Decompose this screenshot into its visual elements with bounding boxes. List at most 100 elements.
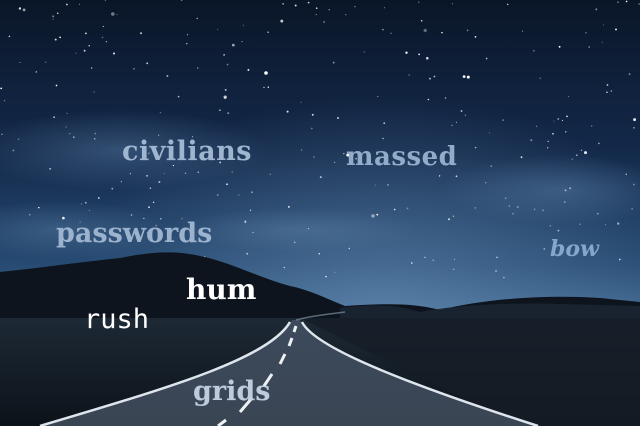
star bbox=[163, 172, 165, 175]
star bbox=[506, 3, 509, 6]
star bbox=[301, 149, 303, 151]
star bbox=[186, 34, 189, 36]
star bbox=[111, 187, 114, 190]
star bbox=[216, 194, 219, 196]
star bbox=[617, 1, 619, 3]
star bbox=[217, 28, 219, 30]
star bbox=[35, 71, 38, 73]
star bbox=[453, 268, 455, 270]
star bbox=[84, 201, 87, 204]
star bbox=[557, 229, 560, 232]
star bbox=[615, 28, 617, 31]
star bbox=[618, 258, 621, 261]
star bbox=[565, 131, 567, 133]
bright-star bbox=[264, 71, 268, 75]
star bbox=[152, 201, 155, 203]
star bbox=[91, 67, 93, 69]
star bbox=[252, 231, 254, 234]
star bbox=[18, 7, 22, 10]
star bbox=[504, 197, 507, 199]
star bbox=[633, 183, 635, 186]
star bbox=[448, 218, 450, 221]
star bbox=[328, 9, 330, 11]
star bbox=[474, 207, 476, 209]
photo-background bbox=[0, 0, 640, 426]
star bbox=[343, 152, 345, 155]
star bbox=[333, 161, 336, 164]
star bbox=[116, 14, 118, 16]
star bbox=[133, 68, 135, 70]
star bbox=[79, 3, 81, 5]
star bbox=[294, 4, 297, 7]
star bbox=[66, 3, 68, 6]
star bbox=[345, 14, 347, 16]
star bbox=[315, 7, 318, 10]
star bbox=[606, 91, 608, 94]
star bbox=[503, 276, 505, 279]
overlay-word-rush: rush bbox=[84, 304, 150, 335]
star bbox=[474, 36, 477, 38]
star bbox=[583, 151, 588, 155]
star bbox=[633, 127, 635, 129]
star bbox=[423, 28, 427, 33]
star bbox=[325, 275, 327, 278]
star bbox=[102, 25, 104, 28]
star bbox=[474, 146, 477, 149]
star bbox=[186, 43, 188, 45]
star bbox=[490, 165, 492, 167]
star bbox=[387, 184, 389, 186]
star bbox=[0, 87, 3, 90]
star bbox=[223, 95, 227, 99]
star bbox=[197, 171, 200, 174]
star bbox=[130, 214, 133, 216]
star bbox=[94, 138, 96, 140]
star bbox=[280, 19, 284, 23]
overlay-word-passwords: passwords bbox=[56, 218, 213, 249]
star bbox=[310, 127, 313, 130]
star bbox=[184, 172, 187, 175]
star bbox=[625, 173, 627, 175]
star bbox=[269, 173, 271, 176]
star bbox=[377, 96, 379, 98]
star bbox=[588, 46, 590, 48]
star bbox=[283, 266, 286, 269]
star bbox=[571, 158, 573, 160]
star bbox=[547, 147, 549, 149]
star bbox=[441, 31, 443, 34]
star bbox=[452, 3, 454, 5]
star bbox=[49, 167, 52, 170]
star bbox=[12, 149, 15, 152]
star bbox=[405, 51, 408, 54]
star bbox=[598, 142, 600, 145]
star bbox=[22, 8, 26, 12]
overlay-word-bow: bow bbox=[550, 236, 599, 262]
star bbox=[73, 136, 75, 138]
star bbox=[595, 8, 598, 11]
star bbox=[590, 125, 593, 127]
star bbox=[575, 154, 578, 157]
star bbox=[101, 36, 104, 39]
star bbox=[300, 101, 302, 103]
star bbox=[496, 256, 498, 259]
star bbox=[585, 31, 587, 34]
star bbox=[251, 191, 253, 193]
star bbox=[59, 36, 61, 39]
star bbox=[241, 40, 243, 43]
star bbox=[354, 6, 356, 8]
star bbox=[566, 115, 568, 118]
star bbox=[85, 32, 87, 35]
star bbox=[383, 122, 385, 124]
star bbox=[564, 201, 566, 203]
star bbox=[246, 252, 249, 255]
star bbox=[393, 208, 396, 211]
star bbox=[453, 258, 456, 260]
star bbox=[539, 77, 541, 79]
star bbox=[533, 208, 536, 210]
star bbox=[376, 213, 379, 216]
star bbox=[120, 181, 122, 183]
star bbox=[313, 156, 315, 158]
star bbox=[158, 181, 161, 183]
star bbox=[88, 45, 90, 47]
star bbox=[606, 84, 609, 86]
star bbox=[464, 114, 467, 116]
